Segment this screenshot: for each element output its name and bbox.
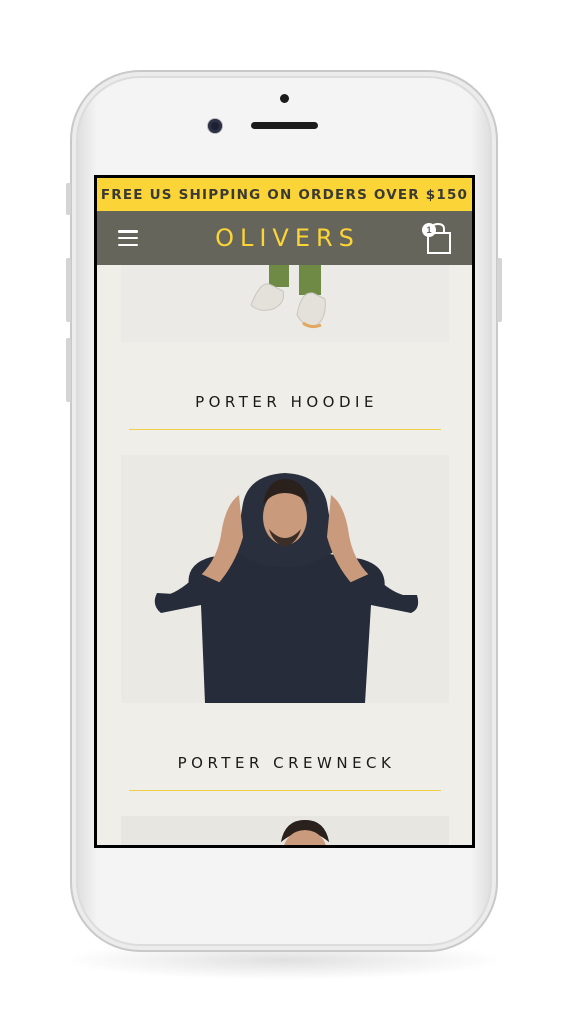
promo-text: FREE US SHIPPING ON ORDERS OVER $150 bbox=[100, 186, 469, 203]
phone-screen: FREE US SHIPPING ON ORDERS OVER $150 OLI… bbox=[94, 175, 475, 848]
hamburger-menu-icon[interactable] bbox=[118, 230, 138, 246]
front-camera bbox=[208, 119, 222, 133]
volume-down-button bbox=[66, 338, 71, 402]
device-mockup: FREE US SHIPPING ON ORDERS OVER $150 OLI… bbox=[0, 0, 568, 1032]
web-viewport: FREE US SHIPPING ON ORDERS OVER $150 OLI… bbox=[97, 178, 472, 845]
power-button bbox=[497, 258, 502, 322]
promo-banner[interactable]: FREE US SHIPPING ON ORDERS OVER $150 bbox=[97, 178, 472, 211]
brand-logo[interactable]: OLIVERS bbox=[215, 224, 360, 252]
product-list: PORTER HOODIE PORTER CREWNECK bbox=[97, 265, 472, 845]
product-title[interactable]: PORTER CREWNECK bbox=[97, 754, 472, 772]
earpiece-speaker bbox=[251, 122, 318, 129]
volume-up-button bbox=[66, 258, 71, 322]
site-header: OLIVERS 1 bbox=[97, 211, 472, 265]
mute-switch bbox=[66, 183, 71, 215]
product-title[interactable]: PORTER HOODIE bbox=[97, 393, 472, 411]
product-image-previous[interactable] bbox=[120, 265, 449, 342]
proximity-sensor bbox=[280, 94, 289, 103]
cart-count-badge: 1 bbox=[422, 223, 436, 237]
shopping-bag-icon[interactable]: 1 bbox=[422, 221, 454, 255]
product-image-next[interactable] bbox=[120, 816, 449, 845]
product-image[interactable] bbox=[120, 455, 449, 703]
